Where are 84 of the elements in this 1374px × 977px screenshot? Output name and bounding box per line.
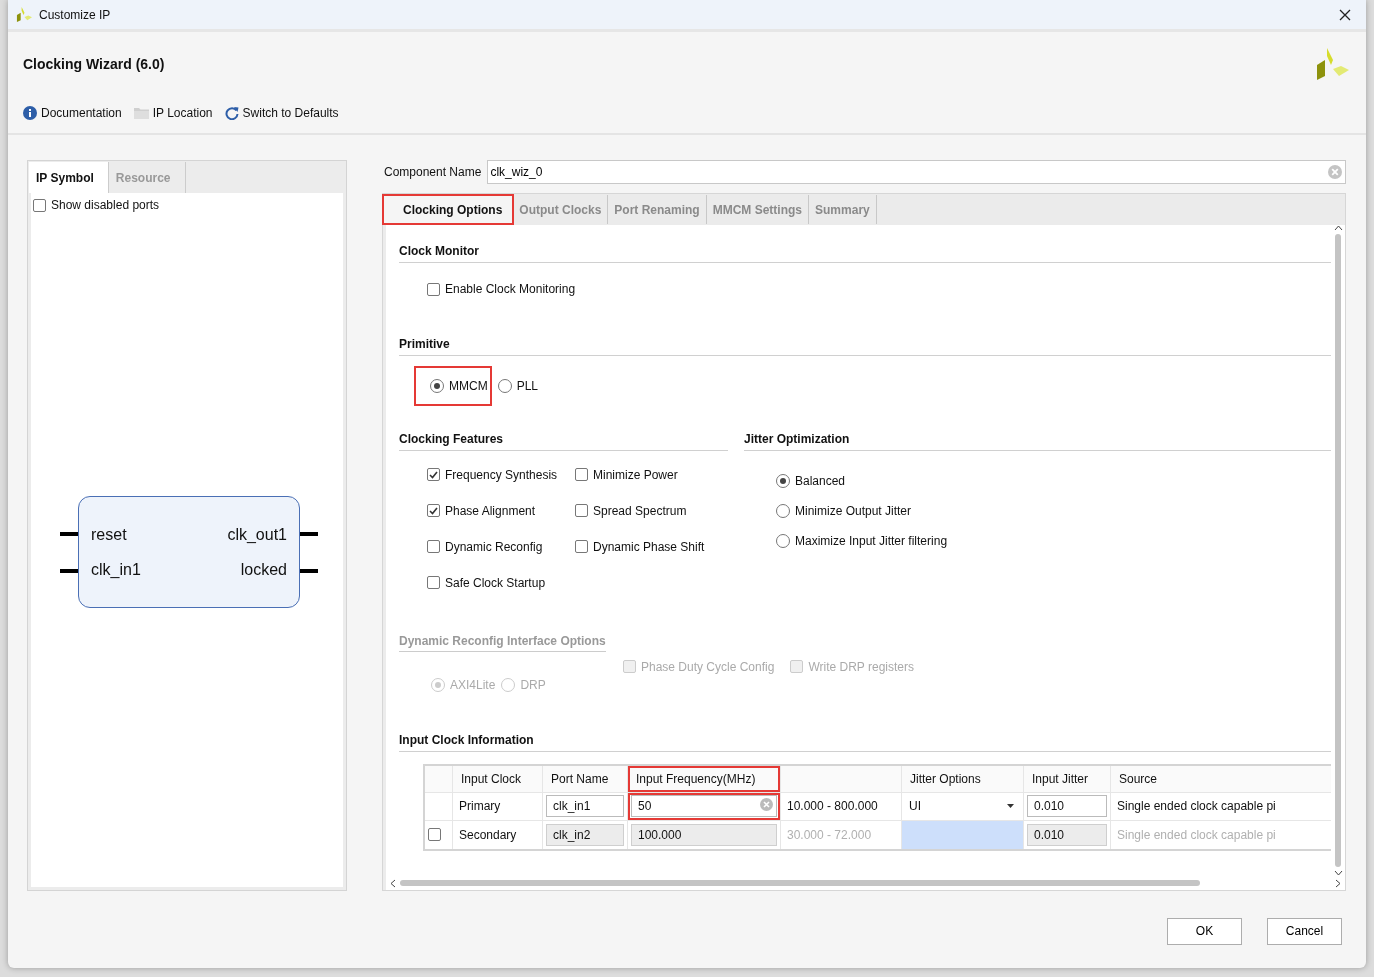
table-cell-text: Single ended clock capable pi [1116, 827, 1276, 842]
toolbar-button[interactable]: IP Location [133, 106, 213, 120]
option-label: AXI4Lite [450, 677, 496, 692]
option-label: Minimize Output Jitter [795, 503, 912, 518]
caret-icon [1007, 804, 1014, 808]
option-label: DRP [520, 677, 546, 692]
option-label: Enable Clock Monitoring [445, 282, 576, 296]
folder-icon [133, 107, 149, 119]
section-title: Dynamic Reconfig Interface Options [399, 633, 606, 648]
jitter-field[interactable]: 0.010 [1027, 823, 1107, 846]
option-label: Dynamic Phase Shift [593, 539, 705, 554]
scroll-down-icon[interactable] [1333, 870, 1343, 876]
radio-button[interactable] [497, 378, 512, 393]
column-header: Jitter Options [902, 765, 1023, 792]
section-title: Input Clock Information [399, 732, 535, 747]
dialog-button[interactable]: Cancel [1267, 917, 1342, 945]
option-label: Phase Alignment [445, 503, 536, 518]
checkbox[interactable] [33, 198, 46, 212]
option-label: Spread Spectrum [593, 503, 687, 518]
option-label: Maximize Input Jitter filtering [795, 533, 948, 548]
radio-button[interactable] [776, 503, 790, 518]
radio-button[interactable] [776, 473, 790, 488]
port-label: clk_out1 [226, 525, 287, 544]
frequency-field[interactable]: 100.000 [631, 823, 777, 846]
radio-button[interactable] [430, 378, 444, 393]
section-title: Clocking Features [399, 431, 505, 446]
option-label: PLL [516, 378, 538, 393]
port-label: locked [239, 560, 287, 579]
refresh-icon [224, 106, 239, 120]
logo-icon [1315, 48, 1349, 82]
tab[interactable]: IP Symbol [29, 162, 109, 193]
checkbox[interactable] [575, 468, 588, 481]
port-name-field[interactable]: clk_in1 [546, 795, 624, 817]
radio-button[interactable] [776, 533, 790, 548]
option-label: Show disabled ports [51, 198, 160, 212]
section-title: Clock Monitor [399, 244, 480, 258]
checkbox[interactable] [575, 540, 588, 553]
port-label: clk_in1 [91, 560, 142, 579]
checkbox[interactable] [427, 576, 440, 589]
table-cell-text: Secondary [458, 827, 517, 842]
tab[interactable]: Clocking Options [383, 195, 514, 224]
section-title: Primitive [399, 336, 451, 351]
option-label: Write DRP registers [808, 659, 914, 674]
checkbox[interactable] [427, 468, 440, 481]
option-label: Frequency Synthesis [445, 467, 558, 482]
option-label: Minimize Power [593, 467, 678, 482]
checkbox[interactable] [427, 540, 440, 553]
option-label: Dynamic Reconfig [445, 539, 543, 554]
scroll-up-icon[interactable] [1333, 225, 1343, 231]
table-cell-text: 10.000 - 800.000 [786, 799, 878, 813]
frequency-field[interactable]: 50 [631, 795, 777, 817]
column-header: Source [1111, 765, 1331, 792]
option-label: Balanced [795, 473, 846, 488]
section-title: Jitter Optimization [744, 431, 851, 446]
checkbox[interactable] [427, 282, 440, 296]
port-label: reset [91, 525, 128, 544]
dialog-button[interactable]: OK [1167, 917, 1242, 945]
port-name-field[interactable]: clk_in2 [546, 823, 624, 846]
option-label: MMCM [449, 378, 488, 393]
info-icon [23, 106, 37, 120]
checkbox[interactable] [575, 504, 588, 517]
table-cell-text: Single ended clock capable pi [1116, 799, 1276, 813]
table-cell-text: Primary [458, 799, 501, 813]
option-label: Safe Clock Startup [445, 575, 546, 590]
column-header: Port Name [543, 765, 627, 792]
column-header: Input Frequency(MHz) [628, 765, 780, 792]
table-cell-text: 30.000 - 72.000 [786, 827, 872, 842]
toolbar-button[interactable]: Switch to Defaults [224, 106, 339, 120]
scroll-right-icon[interactable] [1335, 878, 1341, 888]
column-header: Input Clock [453, 765, 542, 792]
horizontal-scrollbar[interactable] [386, 876, 1345, 890]
option-label: Phase Duty Cycle Config [641, 659, 775, 674]
component-name-field[interactable]: clk_wiz_0 [487, 160, 1346, 184]
checkbox[interactable] [428, 828, 441, 841]
jitter-field[interactable]: 0.010 [1027, 795, 1107, 817]
checkbox[interactable] [427, 504, 440, 517]
column-header: Input Jitter [1024, 765, 1110, 792]
scroll-left-icon[interactable] [390, 878, 396, 888]
field-label: Component Name [384, 165, 482, 179]
logo-icon [16, 6, 32, 23]
close-icon [1339, 8, 1351, 21]
wizard-title: Clocking Wizard (6.0) [23, 56, 166, 72]
window-title: Customize IP [39, 7, 112, 22]
toolbar-button[interactable]: Documentation [23, 106, 122, 120]
